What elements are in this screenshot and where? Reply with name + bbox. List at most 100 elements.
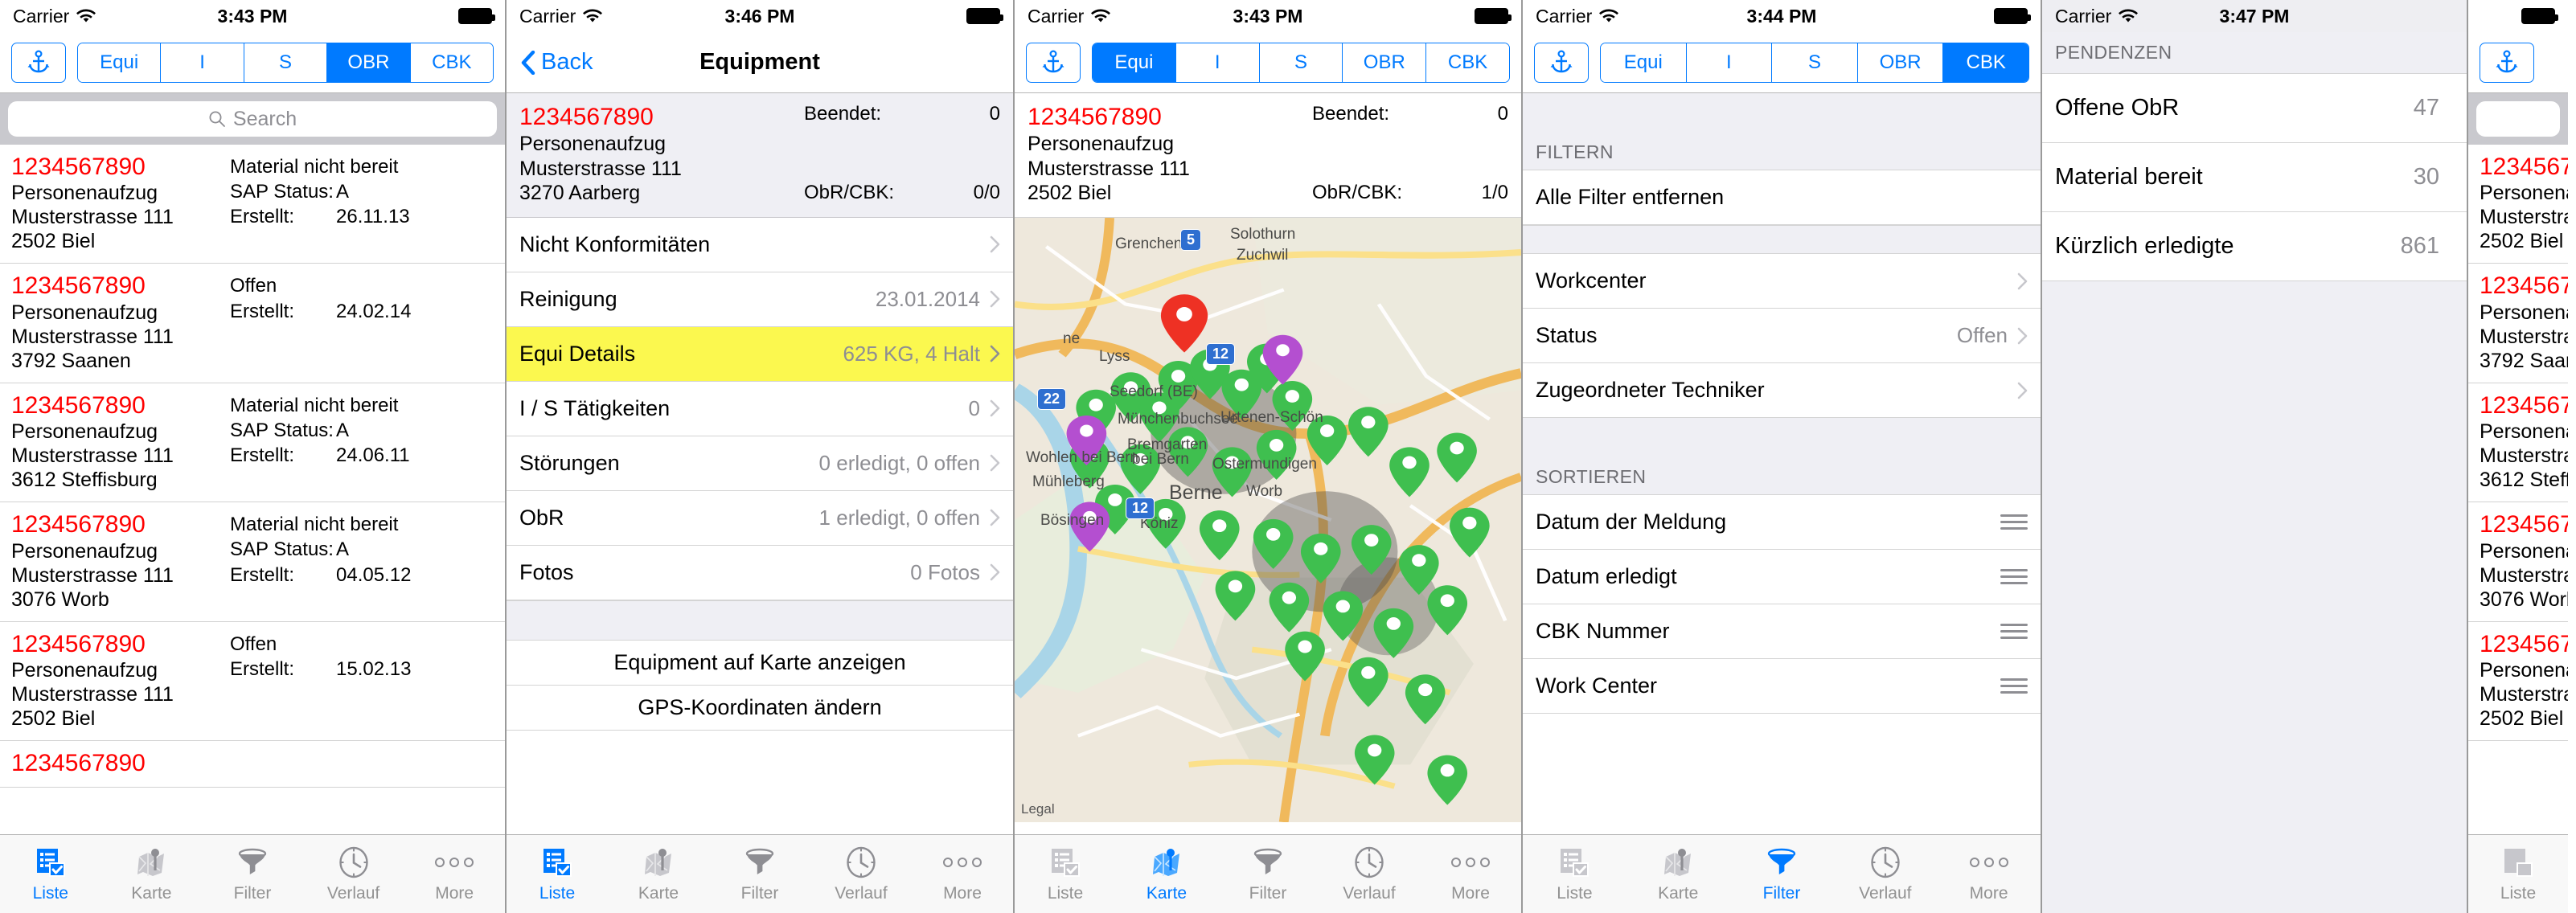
segment-obr[interactable]: OBR: [1343, 43, 1427, 82]
segment-s[interactable]: S: [1772, 43, 1858, 82]
tab-verlauf[interactable]: Verlauf: [810, 835, 912, 913]
segment-obr[interactable]: OBR: [327, 43, 411, 82]
table-row[interactable]: 1234567890 Personenaufzug Musterstrasse …: [2468, 383, 2568, 503]
table-row[interactable]: 1234567890 Personenaufzug Musterstrasse …: [0, 145, 505, 264]
table-row[interactable]: 1234567890 Personenaufzug Musterstrasse …: [2468, 621, 2568, 741]
tab-more[interactable]: More: [912, 835, 1013, 913]
row-label: Reinigung: [519, 286, 617, 311]
reorder-handle-icon[interactable]: [2000, 678, 2028, 694]
row-status[interactable]: Status Offen: [1523, 309, 2041, 363]
nav-bar: Back Equipment: [507, 32, 1013, 93]
row-material-bereit[interactable]: Material bereit 30: [2042, 143, 2467, 212]
row-offene-obr[interactable]: Offene ObR 47: [2042, 74, 2467, 143]
row-zugeordneter-techniker[interactable]: Zugeordneter Techniker: [1523, 363, 2041, 418]
sort-row-datum-der-meldung[interactable]: Datum der Meldung: [1523, 495, 2041, 550]
tab-verlauf[interactable]: Verlauf: [303, 835, 404, 913]
map-legal-link[interactable]: Legal: [1021, 801, 1055, 817]
segment-cbk[interactable]: CBK: [410, 43, 493, 82]
back-button[interactable]: Back: [521, 49, 593, 76]
equipment-name: Personenaufzug: [2480, 301, 2568, 324]
tab-karte[interactable]: Karte: [1626, 835, 1730, 913]
segment-equi[interactable]: Equi: [1601, 43, 1687, 82]
tab-more[interactable]: More: [1937, 835, 2041, 913]
row-fotos[interactable]: Fotos 0 Fotos: [507, 545, 1013, 600]
map-place-label: Wohlen bei Bern: [1026, 448, 1139, 466]
segment-equi[interactable]: Equi: [78, 43, 162, 82]
tab-liste[interactable]: Liste: [1523, 835, 1626, 913]
row-status: Material nicht bereit SAP Status: A Erste…: [230, 510, 494, 611]
tab-label: Liste: [1047, 884, 1084, 903]
tab-filter[interactable]: Filter: [709, 835, 810, 913]
segment-s[interactable]: S: [244, 43, 328, 82]
anchor-button[interactable]: [2480, 42, 2534, 83]
row-alle-filter-entfernen[interactable]: Alle Filter entfernen: [1523, 170, 2041, 225]
segment-obr[interactable]: OBR: [1857, 43, 1944, 82]
row-workcenter[interactable]: Workcenter: [1523, 254, 2041, 309]
ellipsis-icon: [1450, 845, 1491, 880]
sap-status-label: SAP Status:: [230, 181, 334, 203]
segment-i[interactable]: I: [1686, 43, 1773, 82]
tab-label: Filter: [1762, 884, 1801, 903]
row-equi-details[interactable]: Equi Details 625 KG, 4 Halt: [507, 326, 1013, 382]
tab-liste[interactable]: Liste: [0, 835, 101, 913]
segment-cbk[interactable]: CBK: [1426, 43, 1509, 82]
table-row[interactable]: 1234567890 Personenaufzug Musterstrasse …: [0, 502, 505, 622]
row-is-taetigkeiten[interactable]: I / S Tätigkeiten 0: [507, 381, 1013, 436]
segmented-control[interactable]: Equi I S OBR CBK: [1600, 42, 2029, 83]
sort-row-work-center[interactable]: Work Center: [1523, 659, 2041, 714]
table-row[interactable]: 1234567890 Personenaufzug Musterstrasse …: [2468, 264, 2568, 383]
segment-s[interactable]: S: [1259, 43, 1343, 82]
tab-verlauf[interactable]: Verlauf: [1833, 835, 1937, 913]
tab-more[interactable]: More: [1420, 835, 1521, 913]
equipment-city: 2502 Biel: [2480, 230, 2564, 253]
tab-karte[interactable]: Karte: [101, 835, 203, 913]
tab-filter[interactable]: Filter: [202, 835, 303, 913]
tab-liste[interactable]: Liste: [2468, 835, 2568, 913]
row-reinigung[interactable]: Reinigung 23.01.2014: [507, 272, 1013, 327]
row-stoerungen[interactable]: Störungen 0 erledigt, 0 offen: [507, 436, 1013, 491]
reorder-handle-icon[interactable]: [2000, 514, 2028, 530]
map-view[interactable]: Grenchen Solothurn Zuchwil Lyss Seedorf …: [1015, 217, 1521, 822]
reorder-handle-icon[interactable]: [2000, 569, 2028, 584]
tab-karte[interactable]: Karte: [608, 835, 709, 913]
equipment-number: 1234567890: [1028, 104, 1162, 130]
tab-liste[interactable]: Liste: [507, 835, 608, 913]
row-value: 0: [968, 395, 980, 420]
segment-i[interactable]: I: [161, 43, 244, 82]
table-row[interactable]: 1234567890: [0, 740, 505, 788]
segment-equi[interactable]: Equi: [1093, 43, 1176, 82]
status-text: Material nicht bereit: [230, 156, 399, 178]
tab-more[interactable]: More: [404, 835, 505, 913]
row-obr[interactable]: ObR 1 erledigt, 0 offen: [507, 490, 1013, 546]
table-row[interactable]: 1234567890 Personenaufzug Musterstrasse …: [2468, 145, 2568, 264]
action-equipment-auf-karte[interactable]: Equipment auf Karte anzeigen: [507, 640, 1013, 686]
reorder-handle-icon[interactable]: [2000, 624, 2028, 639]
tab-label: More: [435, 884, 474, 903]
anchor-button[interactable]: [11, 42, 66, 83]
anchor-button[interactable]: [1534, 42, 1589, 83]
anchor-button[interactable]: [1026, 42, 1081, 83]
row-nicht-konformitaeten[interactable]: Nicht Konformitäten: [507, 217, 1013, 272]
search-input[interactable]: [2476, 101, 2560, 137]
tab-filter[interactable]: Filter: [1217, 835, 1319, 913]
segmented-control[interactable]: Equi I S OBR CBK: [1092, 42, 1510, 83]
segment-cbk[interactable]: CBK: [1943, 43, 2028, 82]
tab-verlauf[interactable]: Verlauf: [1319, 835, 1420, 913]
table-row[interactable]: 1234567890 Personenaufzug Musterstrasse …: [0, 383, 505, 503]
segmented-control[interactable]: Equi I S OBR CBK: [77, 42, 494, 83]
search-input[interactable]: Search: [8, 101, 497, 137]
segment-i[interactable]: I: [1175, 43, 1260, 82]
table-row[interactable]: 1234567890 Personenaufzug Musterstrasse …: [0, 264, 505, 383]
table-row[interactable]: 1234567890 Personenaufzug Musterstrasse …: [0, 621, 505, 741]
tab-filter[interactable]: Filter: [1730, 835, 1834, 913]
tab-liste[interactable]: Liste: [1015, 835, 1116, 913]
row-kuerzlich-erledigte[interactable]: Kürzlich erledigte 861: [2042, 212, 2467, 281]
sort-row-cbk-nummer[interactable]: CBK Nummer: [1523, 604, 2041, 659]
tab-karte[interactable]: Karte: [1116, 835, 1217, 913]
table-row[interactable]: 1234567890 Personenaufzug Musterstrasse …: [2468, 502, 2568, 622]
section-title: SORTIEREN: [1536, 466, 1647, 487]
action-gps-koordinaten[interactable]: GPS-Koordinaten ändern: [507, 685, 1013, 731]
map-pin-icon: [1662, 845, 1694, 880]
panel-pendenzen: Carrier 3:47 PM PENDENZEN Offene ObR 47 …: [2042, 0, 2468, 913]
sort-row-datum-erledigt[interactable]: Datum erledigt: [1523, 550, 2041, 604]
